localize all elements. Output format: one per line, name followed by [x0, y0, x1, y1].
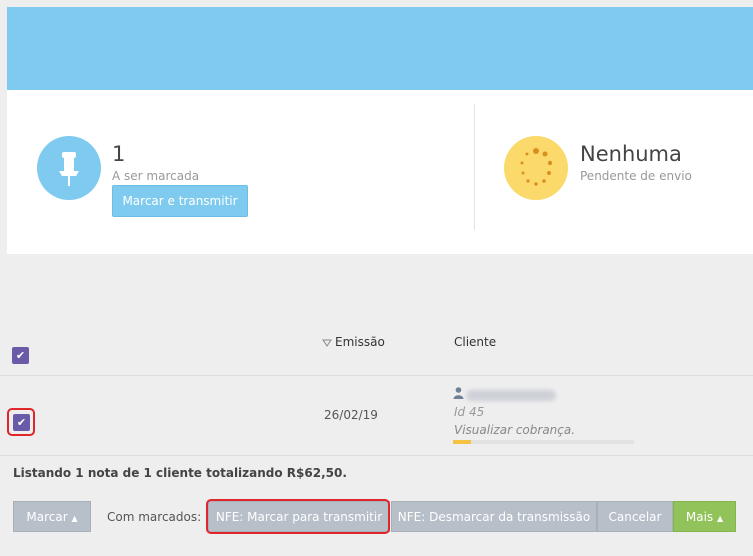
top-banner [7, 7, 753, 90]
row-divider [0, 455, 753, 456]
user-icon [453, 387, 464, 402]
pending-caption: Pendente de envio [580, 169, 692, 183]
cancel-button[interactable]: Cancelar [597, 501, 673, 532]
header-divider [0, 375, 753, 376]
more-dropdown-button[interactable]: Mais ▲ [673, 501, 736, 532]
caret-up-icon: ▲ [716, 514, 724, 523]
notes-table: ✔ Emissão Cliente ✔ 26/02/19 Id 45 Visua… [0, 255, 753, 556]
mark-and-transmit-button[interactable]: Marcar e transmitir [112, 185, 248, 217]
sort-down-icon[interactable] [322, 336, 332, 350]
spinner-icon [504, 136, 568, 200]
mark-dropdown-button[interactable]: Marcar ▲ [13, 501, 91, 532]
client-id: Id 45 [454, 405, 485, 419]
mark-button-label: Marcar [26, 510, 68, 524]
row-checkbox[interactable]: ✔ [13, 414, 30, 431]
to-mark-caption: A ser marcada [112, 169, 200, 183]
charge-progress-fill [453, 440, 472, 444]
listing-summary: Listando 1 nota de 1 cliente totalizando… [13, 466, 347, 480]
column-header-emission[interactable]: Emissão [335, 335, 385, 349]
summary-divider [474, 104, 475, 230]
more-button-label: Mais [685, 510, 714, 524]
view-charge-link[interactable]: Visualizar cobrança. [454, 423, 575, 437]
pushpin-icon [37, 136, 101, 200]
to-mark-count: 1 [112, 142, 126, 166]
highlight-outline [206, 499, 390, 534]
summary-card: 1 A ser marcada Marcar e transmitir Nenh… [7, 90, 753, 254]
with-marked-label: Com marcados: [107, 510, 202, 524]
charge-progress-bar [453, 440, 634, 444]
client-name-redacted [466, 390, 556, 401]
unmark-transmit-button[interactable]: NFE: Desmarcar da transmissão [391, 501, 597, 532]
row-emission-date: 26/02/19 [324, 408, 378, 422]
column-header-client[interactable]: Cliente [454, 335, 496, 349]
caret-up-icon: ▲ [71, 514, 78, 523]
select-all-checkbox[interactable]: ✔ [12, 347, 29, 364]
pending-value: Nenhuma [580, 142, 682, 166]
